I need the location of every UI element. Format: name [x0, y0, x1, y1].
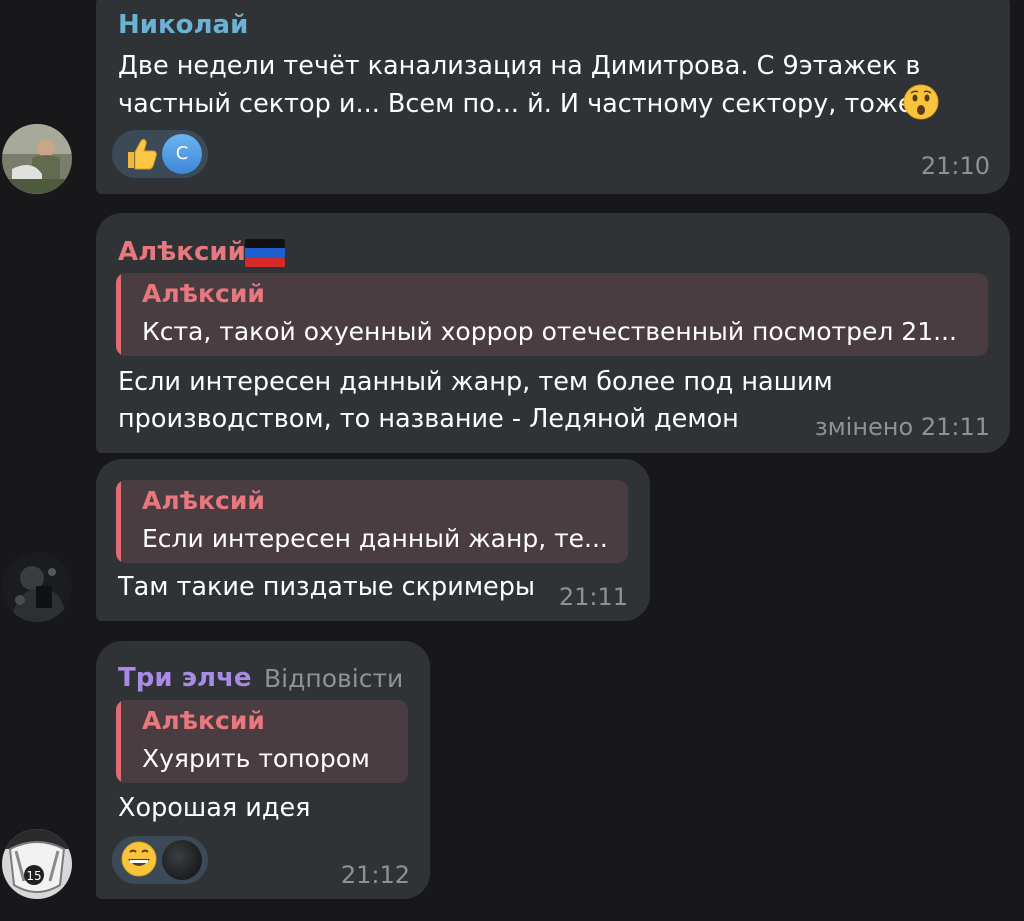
user-avatar-c[interactable]: С — [162, 134, 202, 174]
reply-text: Если интересен данный жанр, те... — [142, 524, 608, 553]
reactions-bar[interactable]: С — [112, 130, 208, 178]
reply-text: Хуярить топором — [142, 744, 370, 773]
thumbs-up-emoji[interactable] — [120, 135, 158, 173]
avatar-photo — [2, 552, 72, 622]
message-time: 21:11 — [558, 583, 628, 611]
user-avatar[interactable]: 15 — [2, 829, 72, 899]
user-avatar[interactable] — [2, 552, 72, 622]
svg-text:15: 15 — [26, 869, 41, 883]
user-avatar[interactable] — [2, 124, 72, 194]
message-bubble[interactable]: Три элче Відповісти Алѣксий Хуярить топо… — [96, 641, 430, 899]
message-text-line: производством, то название - Ледяной дем… — [118, 404, 739, 434]
message-time: змінено 21:11 — [815, 413, 990, 441]
avatar-photo — [2, 124, 72, 194]
hushed-face-emoji — [903, 84, 939, 120]
reply-accent-bar — [116, 273, 121, 356]
reply-quote[interactable]: Алѣксий Если интересен данный жанр, те..… — [116, 480, 628, 563]
grinning-face-emoji[interactable] — [120, 840, 158, 878]
reply-accent-bar — [116, 700, 121, 783]
reply-quote[interactable]: Алѣксий Кста, такой охуенный хоррор отеч… — [116, 273, 988, 356]
sender-name[interactable]: Николай — [118, 10, 248, 40]
reply-author: Алѣксий — [142, 706, 265, 735]
sender-name[interactable]: Алѣксий — [118, 237, 246, 267]
message-bubble[interactable]: Алѣксий Алѣксий Кста, такой охуенный хор… — [96, 213, 1010, 453]
message-bubble[interactable]: Алѣксий Если интересен данный жанр, те..… — [96, 459, 650, 621]
message-text-line: частный сектор и... Всем по... й. И част… — [118, 89, 914, 119]
reply-author: Алѣксий — [142, 486, 265, 515]
user-avatar-dark[interactable] — [162, 840, 202, 880]
dpr-flag-icon — [245, 239, 285, 267]
edited-label: змінено — [814, 413, 914, 441]
message-time-value: 21:11 — [920, 413, 990, 441]
message-text-line: Две недели течёт канализация на Димитров… — [118, 51, 921, 81]
message-bubble[interactable]: Николай Две недели течёт канализация на … — [96, 0, 1010, 194]
reply-accent-bar — [116, 480, 121, 563]
avatar-photo: 15 — [2, 829, 72, 899]
sender-name[interactable]: Три элче — [118, 663, 252, 693]
reply-author: Алѣксий — [142, 279, 265, 308]
reply-quote[interactable]: Алѣксий Хуярить топором — [116, 700, 408, 783]
reply-button[interactable]: Відповісти — [264, 664, 403, 693]
chat-history: Николай Две недели течёт канализация на … — [0, 0, 1024, 921]
message-text-line: Хорошая идея — [118, 793, 311, 823]
message-text-line: Там такие пиздатые скримеры — [118, 572, 536, 602]
message-text-line: Если интересен данный жанр, тем более по… — [118, 367, 833, 397]
reactions-bar[interactable] — [112, 836, 208, 884]
message-time: 21:12 — [340, 861, 410, 889]
message-time: 21:10 — [920, 152, 990, 180]
reply-text: Кста, такой охуенный хоррор отечественны… — [142, 317, 957, 346]
